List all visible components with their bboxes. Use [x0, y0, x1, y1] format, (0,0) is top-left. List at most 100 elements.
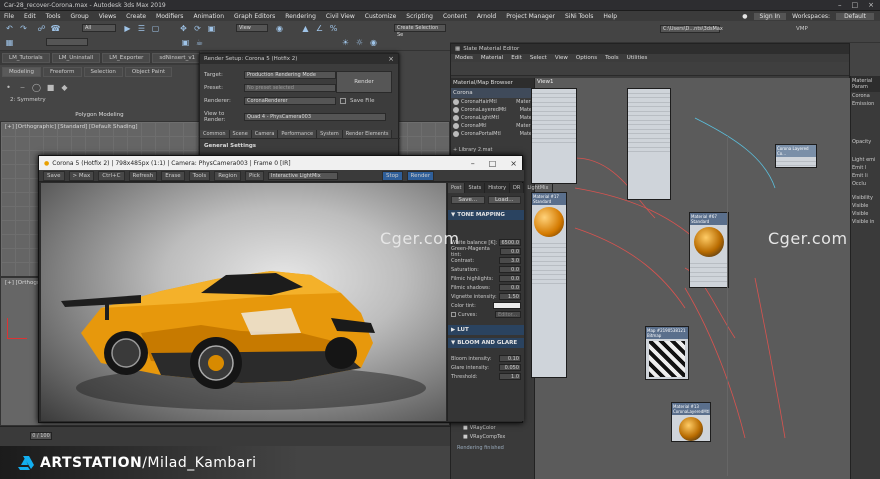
border-icon[interactable]: ◯: [31, 82, 42, 93]
param-item[interactable]: Corona: [851, 92, 880, 100]
layered-material-node[interactable]: Material #13 CoronaLayeredMtl: [671, 402, 711, 442]
tone-mapping-section[interactable]: ▼ TONE MAPPING: [448, 210, 524, 220]
unlink-icon[interactable]: ☎: [50, 23, 61, 34]
project-path-dropdown[interactable]: C:\Users\D...nts\3dsMax: [660, 25, 723, 33]
menu-sini-tools[interactable]: SiNi Tools: [565, 13, 593, 20]
rotate-icon[interactable]: ⟳: [192, 23, 203, 34]
color-tint-swatch[interactable]: [493, 302, 521, 309]
subtab-selection[interactable]: Selection: [83, 67, 123, 77]
param-value[interactable]: 0.10: [499, 355, 521, 362]
element-icon[interactable]: ◆: [59, 82, 70, 93]
menu-civil-view[interactable]: Civil View: [326, 13, 355, 20]
corona-layered-node[interactable]: Corona Layered Co...: [775, 144, 817, 168]
material-node[interactable]: [531, 88, 577, 184]
render-frame-icon[interactable]: ▣: [180, 37, 191, 48]
time-slider[interactable]: 0 / 100: [30, 432, 52, 440]
close-button[interactable]: ×: [868, 1, 874, 9]
link-icon[interactable]: ☍: [36, 23, 47, 34]
menu-rendering[interactable]: Rendering: [285, 13, 316, 20]
undo-icon[interactable]: ↶: [4, 23, 15, 34]
rectangle-selection-icon[interactable]: ▢: [150, 23, 161, 34]
param-value[interactable]: 3.0: [499, 257, 521, 264]
subtab-modeling[interactable]: Modeling: [2, 67, 42, 77]
corona-camera-icon[interactable]: ◉: [368, 37, 379, 48]
browser-group-corona[interactable]: Corona: [451, 88, 534, 98]
menu-customize[interactable]: Customize: [365, 13, 397, 20]
param-item[interactable]: Opacity: [851, 138, 880, 146]
tab-stats[interactable]: Stats: [465, 183, 486, 193]
close-button[interactable]: ×: [510, 159, 517, 168]
teapot-render-icon[interactable]: ☕: [194, 37, 205, 48]
tools-button[interactable]: Tools: [188, 170, 211, 181]
material-node[interactable]: [627, 88, 671, 200]
ribbon-tab[interactable]: LM_Exporter: [102, 53, 151, 63]
param-item[interactable]: Light emi: [851, 156, 880, 164]
menu-edit[interactable]: Edit: [24, 13, 36, 20]
sme-menu-item[interactable]: Material: [481, 55, 503, 61]
param-value[interactable]: 0.0: [499, 266, 521, 273]
menu-scripting[interactable]: Scripting: [406, 13, 433, 20]
param-item[interactable]: Visible: [851, 202, 880, 210]
select-object-icon[interactable]: ▶: [122, 23, 133, 34]
stop-button[interactable]: Stop: [381, 170, 403, 181]
render-image[interactable]: [41, 183, 446, 421]
param-item[interactable]: Visible in: [851, 218, 880, 226]
curves-checkbox[interactable]: [451, 312, 456, 317]
preset-dropdown[interactable]: No preset selected: [244, 84, 336, 92]
polygon-icon[interactable]: ■: [45, 82, 56, 93]
snap-icon[interactable]: ▲: [300, 23, 311, 34]
menu-content[interactable]: Content: [443, 13, 467, 20]
param-value[interactable]: 0.0: [499, 248, 521, 255]
lightmix-mode-dropdown[interactable]: Interactive LightMix: [267, 171, 338, 180]
param-item[interactable]: Emit l: [851, 164, 880, 172]
redo-icon[interactable]: ↷: [18, 23, 29, 34]
tab-camera[interactable]: Camera: [251, 130, 279, 138]
lut-section[interactable]: ▶ LUT: [448, 325, 524, 335]
sign-in-button[interactable]: Sign In: [753, 12, 787, 20]
menu-create[interactable]: Create: [126, 13, 146, 20]
maximize-button[interactable]: □: [852, 1, 859, 9]
load-button[interactable]: Load...: [487, 196, 521, 204]
param-item[interactable]: Emission: [851, 100, 880, 108]
browser-item[interactable]: CoronaMtl Materi: [451, 122, 534, 130]
tab-dr[interactable]: DR: [510, 183, 525, 193]
tab-lightmix[interactable]: LightMix: [524, 183, 553, 193]
param-item[interactable]: Visible: [851, 210, 880, 218]
corona-icon[interactable]: ☀: [340, 37, 351, 48]
tab-render-elements[interactable]: Render Elements: [342, 130, 393, 138]
bitmap-node[interactable]: Map #2190538121 Bitmap: [645, 326, 689, 380]
select-by-name-icon[interactable]: ☰: [136, 23, 147, 34]
material-node-standard[interactable]: Material #67 Standard: [689, 212, 729, 288]
erase-button[interactable]: Erase: [161, 170, 185, 181]
bloom-glare-section[interactable]: ▼ BLOOM AND GLARE: [448, 338, 524, 348]
tab-common[interactable]: Common: [200, 130, 230, 138]
sme-menu-item[interactable]: Tools: [605, 55, 619, 61]
subtab-freeform[interactable]: Freeform: [43, 67, 82, 77]
close-icon[interactable]: ×: [388, 55, 394, 63]
browser-item[interactable]: CoronaPortalMtl Mate: [451, 130, 534, 138]
sme-menu-item[interactable]: Select: [530, 55, 547, 61]
material-node-standard[interactable]: Material #17 Standard: [531, 192, 567, 378]
tab-system[interactable]: System: [317, 130, 343, 138]
percent-snap-icon[interactable]: %: [328, 23, 339, 34]
tab-post[interactable]: Post: [448, 183, 466, 193]
save-button[interactable]: Save: [43, 170, 65, 181]
tab-history[interactable]: History: [485, 183, 511, 193]
maximize-button[interactable]: □: [489, 159, 497, 168]
sme-menu-item[interactable]: Modes: [455, 55, 473, 61]
menu-project-manager[interactable]: Project Manager: [506, 13, 555, 20]
ribbon-tab[interactable]: LM_Uninstall: [51, 53, 101, 63]
sme-menu-item[interactable]: Utilities: [627, 55, 648, 61]
target-dropdown[interactable]: Production Rendering Mode: [244, 71, 336, 79]
region-button[interactable]: Region: [214, 170, 242, 181]
menu-tools[interactable]: Tools: [46, 13, 61, 20]
library-item[interactable]: + Library 2.mat: [451, 146, 534, 154]
copy-button[interactable]: Ctrl+C: [98, 170, 125, 181]
save-button[interactable]: Save...: [451, 196, 485, 204]
browser-item[interactable]: CoronaHairMtl Materi: [451, 98, 534, 106]
param-item[interactable]: Occlu: [851, 180, 880, 188]
menu-group[interactable]: Group: [70, 13, 88, 20]
render-button[interactable]: Render: [336, 71, 392, 93]
param-value[interactable]: 1.0: [499, 373, 521, 380]
selection-filter-dropdown[interactable]: All: [82, 24, 116, 32]
